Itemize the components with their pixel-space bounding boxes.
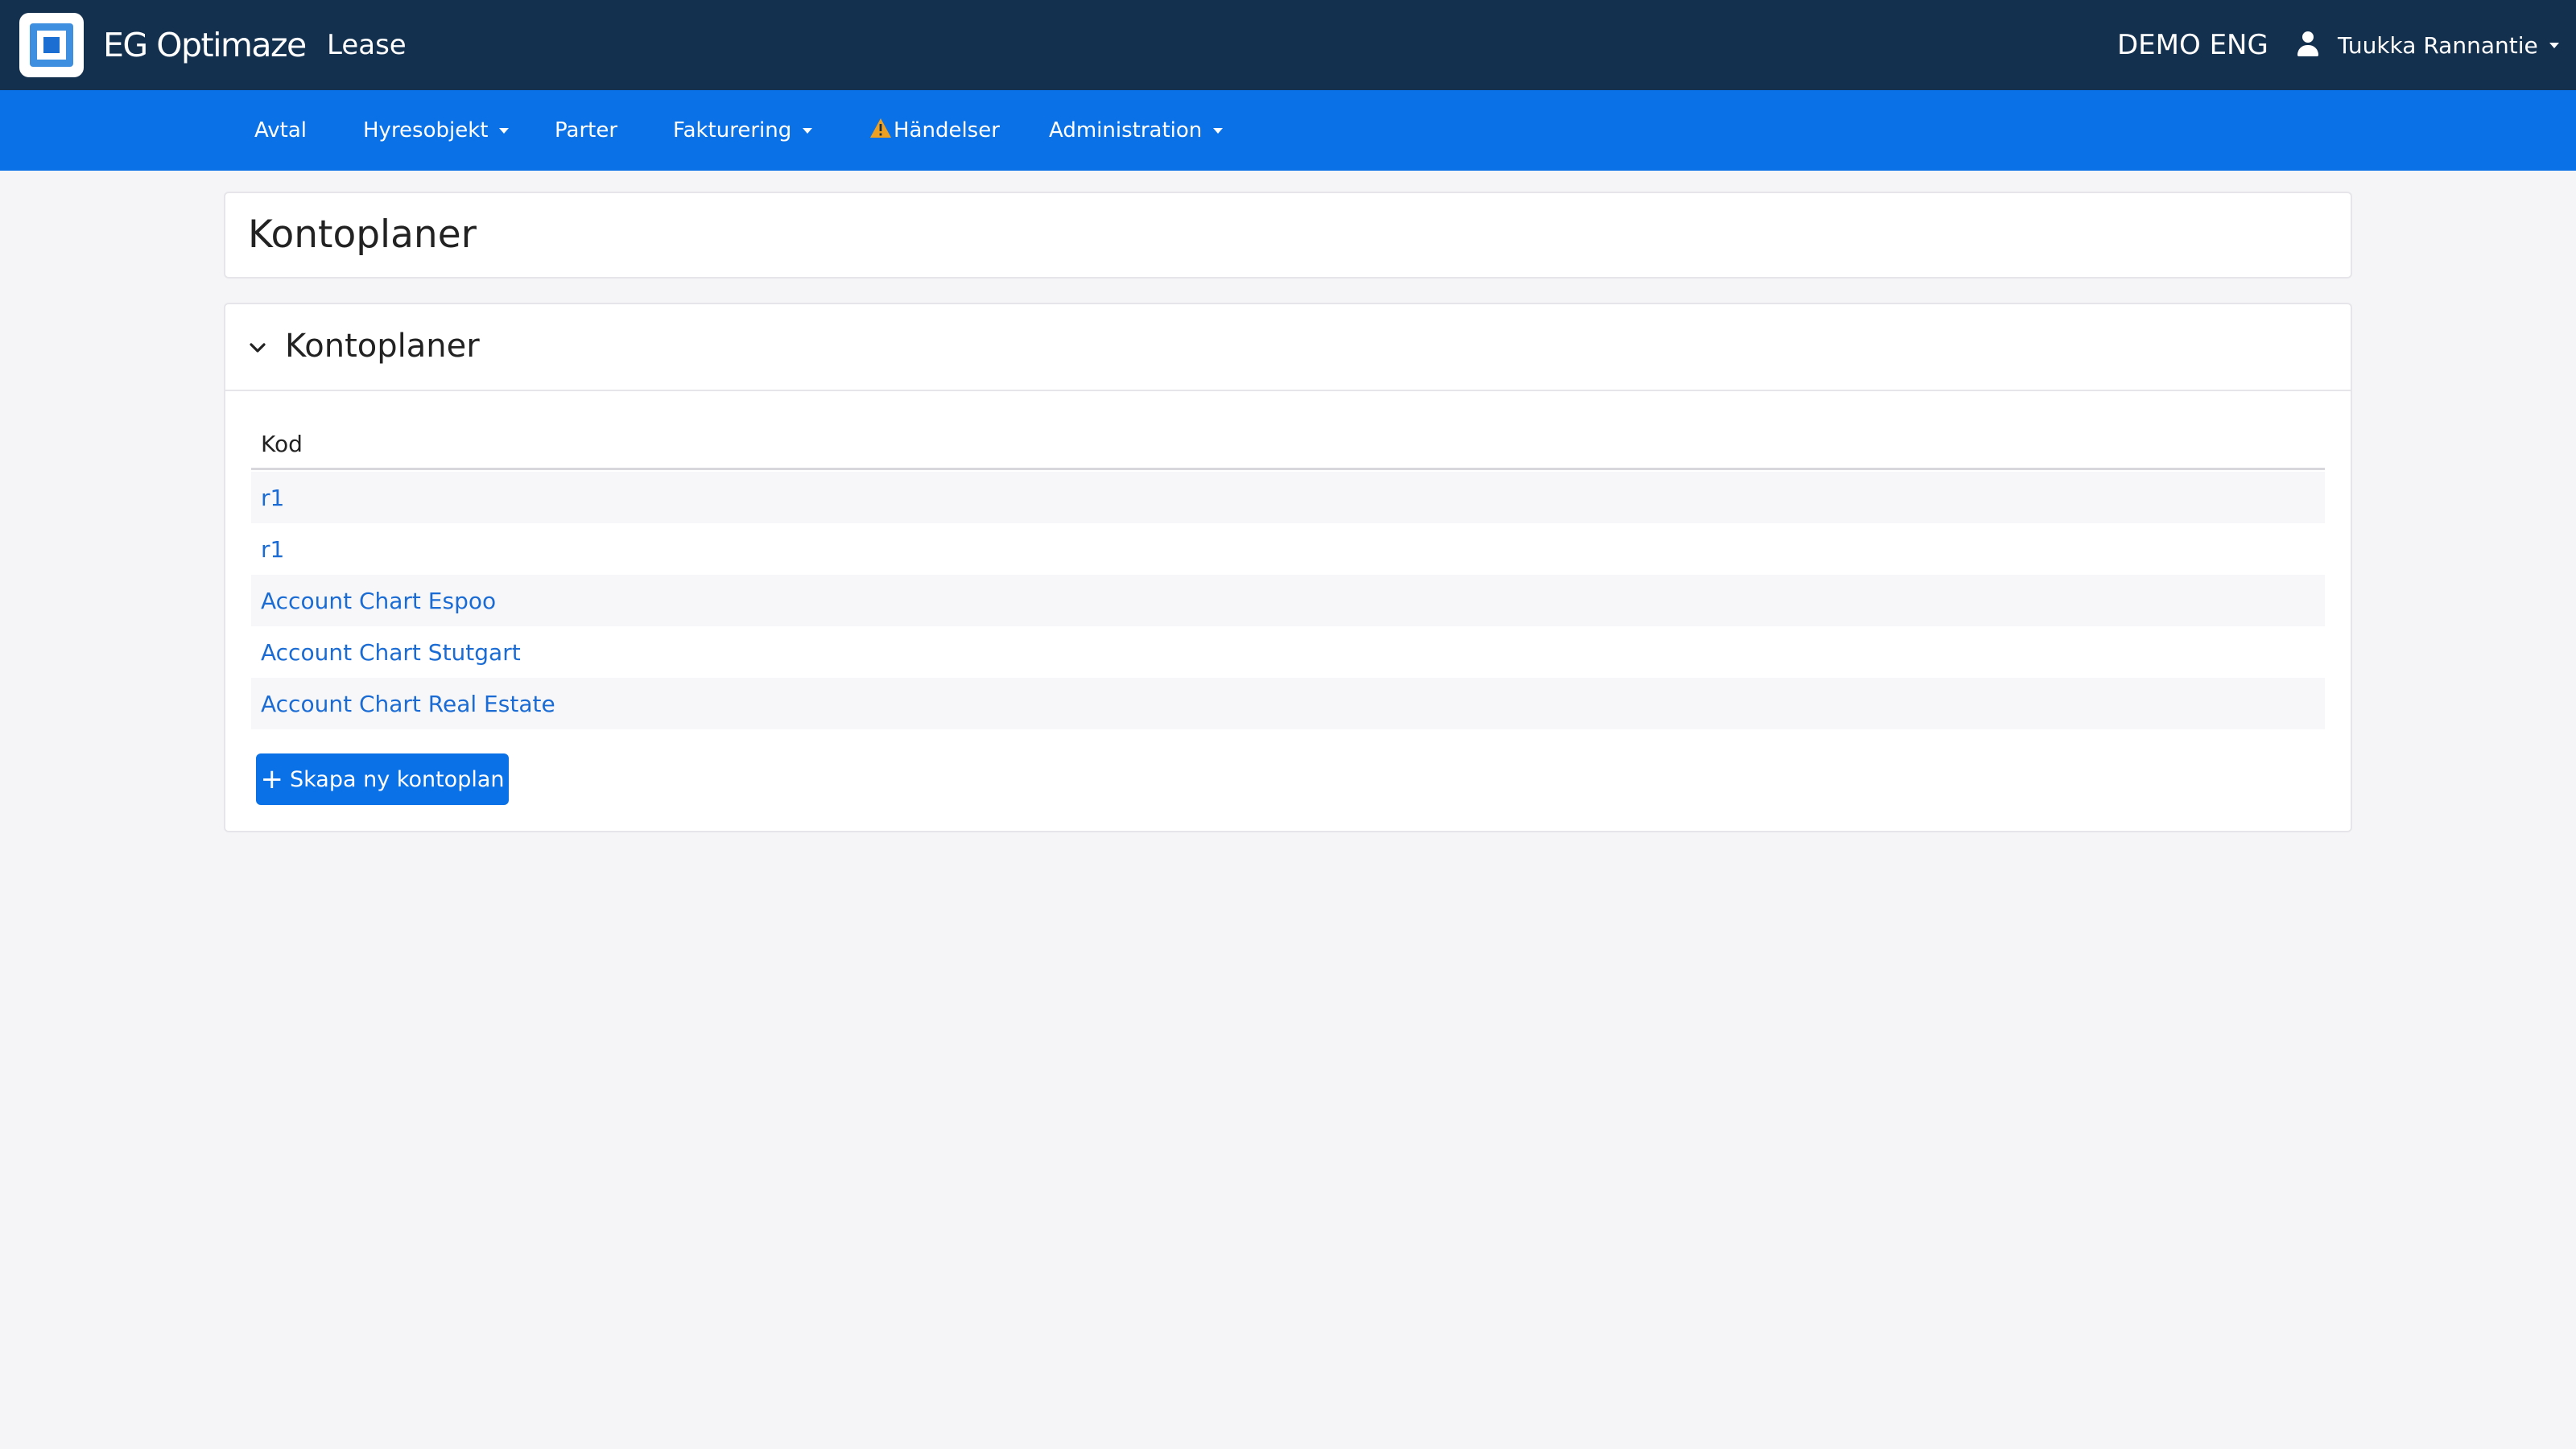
- caret-down-icon: [2549, 42, 2559, 48]
- page-title-card: [224, 192, 2352, 279]
- panel-title: Kontoplaner: [285, 328, 480, 365]
- nav-item-label: Administration: [1049, 118, 1203, 142]
- nav-item-fakturering[interactable]: Fakturering: [673, 90, 813, 171]
- main-nav: Avtal Hyresobjekt Parter Fakturering Hän…: [0, 90, 2576, 171]
- nav-item-avtal[interactable]: Avtal: [254, 90, 307, 171]
- kontoplan-link[interactable]: Account Chart Stutgart: [261, 639, 521, 666]
- column-header-kod[interactable]: Kod: [251, 428, 2325, 470]
- organization-name[interactable]: DEMO ENG: [2117, 24, 2268, 66]
- nav-item-label: Händelser: [894, 118, 1000, 142]
- top-bar: EG Optimaze Lease DEMO ENG Tuukka Rannan…: [0, 0, 2576, 90]
- nav-item-label: Avtal: [254, 118, 307, 142]
- nav-item-administration[interactable]: Administration: [1049, 90, 1224, 171]
- kontoplan-link[interactable]: r1: [261, 485, 284, 511]
- plus-icon: +: [260, 763, 284, 795]
- user-name: Tuukka Rannantie: [2338, 31, 2538, 59]
- user-icon: [2296, 31, 2320, 59]
- nav-item-label: Hyresobjekt: [363, 118, 489, 142]
- logo-mark: [30, 23, 73, 67]
- nav-item-label: Parter: [555, 118, 618, 142]
- kontoplan-link[interactable]: Account Chart Espoo: [261, 588, 496, 614]
- nav-item-hyresobjekt[interactable]: Hyresobjekt: [363, 90, 510, 171]
- table-row: Account Chart Real Estate: [251, 678, 2325, 729]
- module-name: Lease: [327, 29, 407, 61]
- kontoplan-link[interactable]: Account Chart Real Estate: [261, 691, 555, 717]
- kontoplan-link[interactable]: r1: [261, 536, 284, 563]
- app-logo[interactable]: [19, 13, 84, 77]
- table-row: Account Chart Espoo: [251, 575, 2325, 626]
- caret-down-icon: [499, 127, 510, 134]
- caret-down-icon: [1213, 127, 1224, 134]
- caret-down-icon: [803, 127, 813, 134]
- warning-icon: [869, 118, 892, 144]
- table-row: r1: [251, 472, 2325, 523]
- nav-item-parter[interactable]: Parter: [555, 90, 617, 171]
- chevron-down-icon[interactable]: [246, 336, 269, 359]
- create-kontoplan-button[interactable]: + Skapa ny kontoplan: [256, 753, 509, 805]
- nav-item-label: Fakturering: [673, 118, 792, 142]
- nav-item-handelser[interactable]: Händelser: [869, 90, 1000, 171]
- create-button-label: Skapa ny kontoplan: [290, 766, 505, 792]
- table-row: r1: [251, 523, 2325, 575]
- page-title: Kontoplaner: [248, 213, 477, 257]
- table-row: Account Chart Stutgart: [251, 626, 2325, 678]
- panel-header[interactable]: [224, 304, 2352, 391]
- user-menu[interactable]: Tuukka Rannantie: [2296, 24, 2559, 66]
- brand-name[interactable]: EG Optimaze: [103, 23, 307, 68]
